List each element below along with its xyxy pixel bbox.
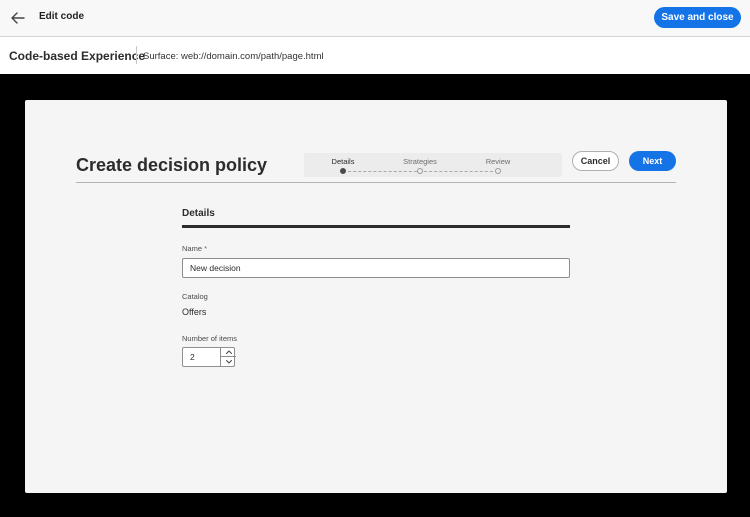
divider <box>136 46 137 64</box>
section-title: Details <box>182 208 215 219</box>
step-indicator: Details Strategies Review <box>304 153 562 177</box>
modal-backdrop: Create decision policy Details Strategie… <box>0 74 750 517</box>
required-mark: * <box>204 244 208 253</box>
experience-title: Code-based Experience <box>9 49 146 63</box>
name-input[interactable] <box>182 258 570 278</box>
create-decision-policy-dialog: Create decision policy Details Strategie… <box>25 100 727 493</box>
step-label-details[interactable]: Details <box>332 157 355 166</box>
catalog-value: Offers <box>182 307 207 317</box>
chevron-up-icon <box>225 350 232 354</box>
cancel-button[interactable]: Cancel <box>572 151 619 171</box>
number-of-items-stepper <box>182 347 236 367</box>
step-dot-review <box>495 168 501 174</box>
save-and-close-button[interactable]: Save and close <box>654 7 741 28</box>
top-bar: Edit code Save and close <box>0 0 750 37</box>
arrow-left-icon <box>11 12 25 24</box>
step-label-review[interactable]: Review <box>486 157 511 166</box>
name-label: Name * <box>182 244 207 253</box>
number-of-items-input[interactable] <box>183 348 220 366</box>
stepper-buttons <box>220 348 236 366</box>
step-dot-details <box>340 168 346 174</box>
sub-header: Code-based Experience Surface: web://dom… <box>0 37 750 74</box>
step-dot-strategies <box>417 168 423 174</box>
name-label-text: Name <box>182 244 203 253</box>
section-divider <box>182 225 570 228</box>
surface-label: Surface: web://domain.com/path/page.html <box>143 51 324 62</box>
chevron-down-icon <box>225 359 232 363</box>
step-label-strategies[interactable]: Strategies <box>403 157 437 166</box>
back-button[interactable] <box>8 8 28 28</box>
catalog-label: Catalog <box>182 292 208 301</box>
dialog-title: Create decision policy <box>76 155 268 175</box>
decrement-button[interactable] <box>221 357 236 366</box>
page-title: Edit code <box>39 11 85 22</box>
increment-button[interactable] <box>221 348 236 357</box>
number-of-items-label: Number of items <box>182 334 238 343</box>
header-divider <box>76 182 676 183</box>
next-button[interactable]: Next <box>629 151 676 171</box>
